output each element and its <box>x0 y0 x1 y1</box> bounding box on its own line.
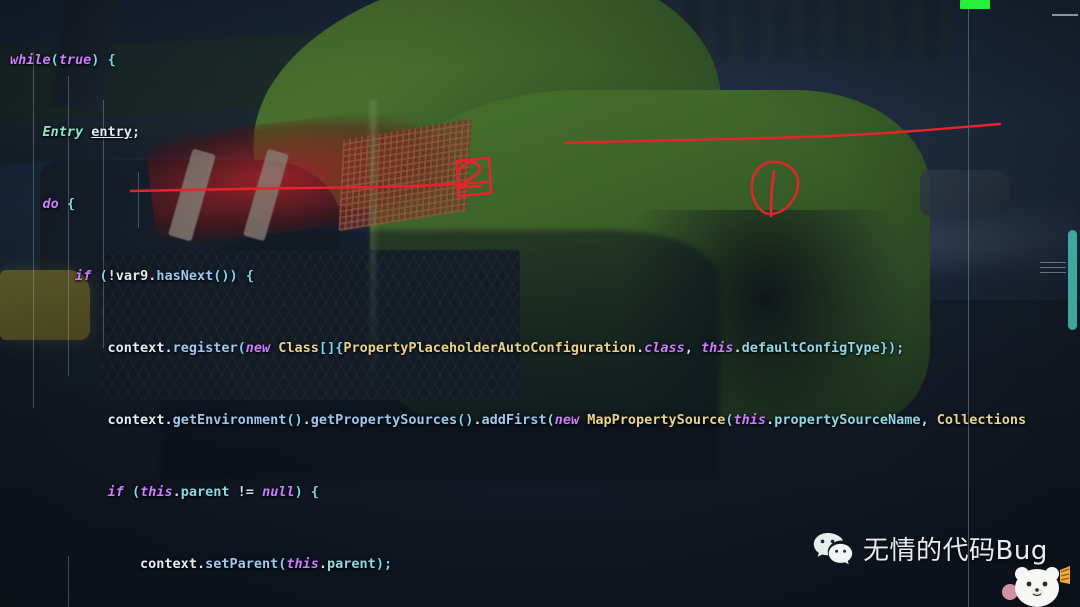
code-line[interactable]: if (this.parent != null) { <box>0 480 1080 504</box>
code-line[interactable]: if (!var9.hasNext()) { <box>0 264 1080 288</box>
bear-sticker <box>1002 566 1070 607</box>
code-line[interactable]: context.register(new Class[]{PropertyPla… <box>0 336 1080 360</box>
wechat-icon <box>813 532 853 564</box>
scrollbar-track-mark <box>1052 14 1078 16</box>
code-line[interactable]: context.getEnvironment().getPropertySour… <box>0 408 1080 432</box>
scrollbar-code-minimap-lines <box>1040 262 1066 274</box>
code-line[interactable]: while(true) { <box>0 48 1080 72</box>
vertical-scrollbar[interactable] <box>1068 230 1077 330</box>
right-margin-guide <box>968 0 969 607</box>
green-error-marker[interactable] <box>960 0 990 9</box>
screenshot-root: while(true) { Entry entry; do { if (!var… <box>0 0 1080 607</box>
code-line[interactable]: Entry entry; <box>0 120 1080 144</box>
code-line[interactable]: do { <box>0 192 1080 216</box>
code-text-area[interactable]: while(true) { Entry entry; do { if (!var… <box>0 0 1080 607</box>
code-editor[interactable]: while(true) { Entry entry; do { if (!var… <box>0 0 1080 607</box>
